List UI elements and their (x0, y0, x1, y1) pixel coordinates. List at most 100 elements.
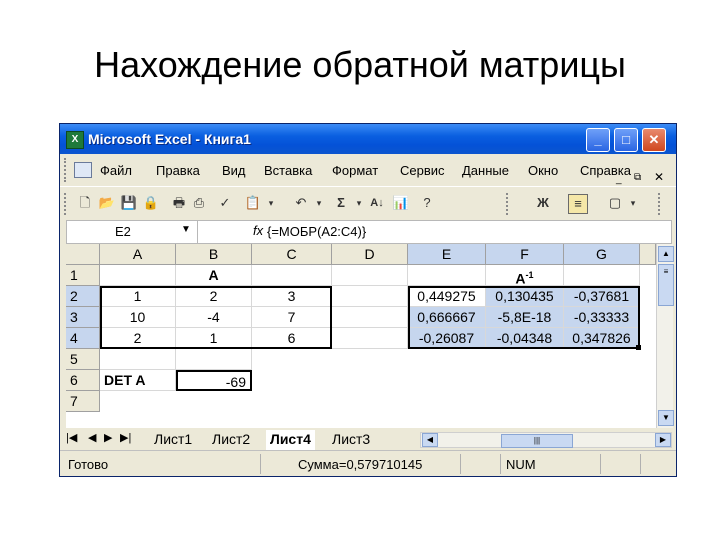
scroll-left-icon[interactable]: ◀ (422, 433, 438, 447)
menu-tools[interactable]: Сервис (400, 163, 445, 178)
column-header-b[interactable]: B (176, 244, 252, 265)
prev-sheet-icon[interactable]: ◀ (88, 431, 96, 444)
doc-minimize-icon[interactable]: _ (616, 174, 622, 185)
menu-format[interactable]: Формат (332, 163, 378, 178)
cell-b3[interactable]: -4 (176, 307, 252, 328)
tab-sheet2[interactable]: Лист2 (208, 430, 254, 448)
horizontal-scrollbar[interactable]: ◀ ||| ▶ (420, 432, 672, 448)
print-preview-icon[interactable]: ⎙ (190, 194, 208, 212)
cell-b4[interactable]: 1 (176, 328, 252, 349)
paste-icon[interactable]: 📋 (244, 194, 262, 212)
cell-a2[interactable]: 1 (100, 286, 176, 307)
last-sheet-icon[interactable]: ▶| (120, 431, 131, 444)
cell-e1[interactable] (408, 265, 486, 286)
scroll-right-icon[interactable]: ▶ (655, 433, 671, 447)
save-icon[interactable]: 💾 (120, 194, 138, 212)
menu-insert[interactable]: Вставка (264, 163, 312, 178)
menu-view[interactable]: Вид (222, 163, 246, 178)
row-header-4[interactable]: 4 (66, 328, 100, 349)
scroll-thumb[interactable]: ≡ (658, 264, 674, 306)
column-header-a[interactable]: A (100, 244, 176, 265)
cell-b5[interactable] (176, 349, 252, 370)
cell-e3[interactable]: 0,666667 (408, 307, 486, 328)
borders-dropdown-icon[interactable]: ▾ (624, 194, 642, 212)
maximize-button[interactable]: □ (614, 128, 638, 152)
cell-b1[interactable]: A (176, 265, 252, 286)
spelling-icon[interactable]: ✓ (216, 194, 234, 212)
row-header-7[interactable]: 7 (66, 391, 100, 412)
row-header-6[interactable]: 6 (66, 370, 100, 391)
cell-c4[interactable]: 6 (252, 328, 332, 349)
row-header-5[interactable]: 5 (66, 349, 100, 370)
title-bar[interactable]: X Microsoft Excel - Книга1 _ □ ✕ (60, 124, 676, 154)
select-all-corner[interactable] (66, 244, 100, 265)
cell-b2[interactable]: 2 (176, 286, 252, 307)
doc-close-icon[interactable]: ✕ (654, 170, 664, 184)
cell-d3[interactable] (332, 307, 408, 328)
chevron-down-icon[interactable]: ▼ (181, 224, 191, 235)
print-icon[interactable]: 🖶 (170, 194, 188, 212)
column-header-h[interactable] (640, 244, 656, 265)
cell-f4[interactable]: -0,04348 (486, 328, 564, 349)
cell-c3[interactable]: 7 (252, 307, 332, 328)
cell-g4[interactable]: 0,347826 (564, 328, 640, 349)
cell-e2[interactable]: 0,449275 (408, 286, 486, 307)
first-sheet-icon[interactable]: |◀ (66, 431, 77, 444)
cell-a5[interactable] (100, 349, 176, 370)
help-icon[interactable]: ? (418, 194, 436, 212)
column-header-g[interactable]: G (564, 244, 640, 265)
new-icon[interactable]: 🗋 (76, 194, 94, 212)
column-header-c[interactable]: C (252, 244, 332, 265)
menu-data[interactable]: Данные (462, 163, 509, 178)
toolbar-grip-3[interactable] (658, 193, 663, 215)
cell-d1[interactable] (332, 265, 408, 286)
column-header-d[interactable]: D (332, 244, 408, 265)
row-header-1[interactable]: 1 (66, 265, 100, 286)
tab-sheet4[interactable]: Лист4 (266, 430, 315, 450)
fx-icon[interactable]: fx (253, 223, 263, 238)
cell-a3[interactable]: 10 (100, 307, 176, 328)
minimize-button[interactable]: _ (586, 128, 610, 152)
tab-sheet3[interactable]: Лист3 (328, 430, 374, 448)
cell-g1[interactable] (564, 265, 640, 286)
close-button[interactable]: ✕ (642, 128, 666, 152)
fill-handle[interactable] (636, 345, 641, 350)
cell-a4[interactable]: 2 (100, 328, 176, 349)
tab-sheet1[interactable]: Лист1 (150, 430, 196, 448)
menu-file[interactable]: Файл (100, 163, 132, 178)
permission-icon[interactable]: 🔒 (142, 194, 160, 212)
menu-help[interactable]: Справка (580, 163, 631, 178)
cell-b6[interactable]: -69 (176, 370, 252, 391)
autosum-dropdown-icon[interactable]: ▾ (350, 194, 368, 212)
borders-icon[interactable]: ▢ (606, 194, 624, 212)
cell-g3[interactable]: -0,33333 (564, 307, 640, 328)
align-center-icon[interactable]: ≡ (568, 194, 588, 214)
paste-dropdown-icon[interactable]: ▾ (262, 194, 280, 212)
cell-a1[interactable] (100, 265, 176, 286)
column-header-e[interactable]: E (408, 244, 486, 265)
undo-icon[interactable]: ↶ (292, 194, 310, 212)
chart-wizard-icon[interactable]: 📊 (392, 194, 410, 212)
sort-ascending-icon[interactable]: A↓ (368, 194, 386, 212)
open-icon[interactable]: 📂 (98, 194, 116, 212)
cell-c2[interactable]: 3 (252, 286, 332, 307)
cell-e4[interactable]: -0,26087 (408, 328, 486, 349)
row-header-2[interactable]: 2 (66, 286, 100, 307)
menu-grip[interactable] (64, 158, 69, 182)
cell-f3[interactable]: -5,8E-18 (486, 307, 564, 328)
cell-f2[interactable]: 0,130435 (486, 286, 564, 307)
cell-d2[interactable] (332, 286, 408, 307)
doc-restore-icon[interactable]: ⧉ (634, 172, 641, 183)
undo-dropdown-icon[interactable]: ▾ (310, 194, 328, 212)
menu-edit[interactable]: Правка (156, 163, 200, 178)
cell-g2[interactable]: -0,37681 (564, 286, 640, 307)
cell-d4[interactable] (332, 328, 408, 349)
next-sheet-icon[interactable]: ▶ (104, 431, 112, 444)
column-header-f[interactable]: F (486, 244, 564, 265)
scroll-up-icon[interactable]: ▲ (658, 246, 674, 262)
cell-f1[interactable]: A-1 (486, 265, 564, 286)
autosum-icon[interactable]: Σ (332, 194, 350, 212)
horizontal-scroll-thumb[interactable]: ||| (501, 434, 573, 448)
toolbar-grip[interactable] (64, 193, 69, 215)
formula-input[interactable]: {=МОБР(A2:C4)} (267, 224, 366, 239)
